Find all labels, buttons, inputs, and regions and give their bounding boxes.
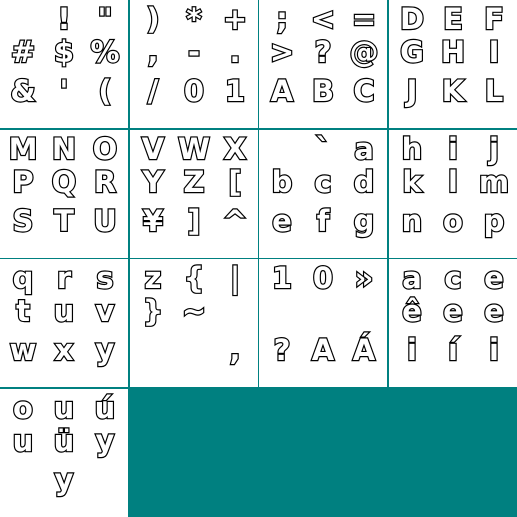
glyph-upper-a-alt: A [311, 332, 336, 367]
glyph-lower-y: y [94, 332, 115, 367]
glyph-upper-c: C [352, 73, 376, 108]
glyph-lower-e-alt-2: e [442, 293, 464, 328]
glyph-upper-i: I [487, 34, 500, 69]
glyph-upper-h: H [440, 34, 467, 69]
glyph-lower-x: x [53, 332, 74, 367]
glyph-digit-zero-alt: 0 [312, 260, 335, 295]
glyph-greater-than: > [269, 34, 296, 69]
glyph-hash: # [10, 34, 37, 69]
glyph-hyphen: - [187, 34, 201, 69]
glyph-upper-j: J [405, 73, 418, 108]
glyph-upper-q: Q [50, 164, 77, 199]
glyph-question-alt: ? [272, 332, 291, 367]
glyph-upper-y: Y [141, 164, 164, 199]
glyph-lower-v: v [94, 293, 115, 328]
glyph-open-bracket: [ [227, 164, 243, 199]
glyph-tile-punctuation-2: ) * + , - . / 0 1 [130, 0, 258, 128]
glyph-lower-u-diaeresis: ü [52, 423, 75, 458]
glyph-tile-lower-a-g: ` a b c d e f g [259, 130, 387, 258]
glyph-tile-lower-z-braces: z { | } ~ , [130, 259, 258, 387]
glyph-tile-punctuation-1: ! " # $ % & ' ( [0, 0, 128, 128]
glyph-upper-a: A [270, 73, 295, 108]
glyph-tile-lower-h-p: h i j k l m n o p [389, 130, 517, 258]
glyph-period: . [228, 34, 241, 69]
glyph-upper-r: R [93, 164, 118, 199]
glyph-digit-one-alt: 1 [271, 260, 294, 295]
glyph-tile-upper-m-u: M N O P Q R S T U [0, 130, 128, 258]
glyph-lower-c: c [313, 164, 333, 199]
glyph-upper-b: B [311, 73, 336, 108]
glyph-lower-e-alt-3: e [483, 293, 505, 328]
glyph-tile-symbols-abc: ; < = > ? @ A B C [259, 0, 387, 128]
glyph-comma-low: , [228, 332, 241, 367]
glyph-lower-o: o [442, 203, 464, 238]
glyph-lower-y-alt-2: y [53, 462, 74, 497]
glyph-atlas-sheet: ! " # $ % & ' ( ) * + , - . / 0 1 ; < = … [0, 0, 517, 517]
glyph-upper-t: T [53, 203, 75, 238]
glyph-ampersand: & [9, 73, 37, 108]
glyph-lower-f: f [315, 203, 330, 238]
glyph-question: ? [313, 34, 332, 69]
glyph-tile-extended-3: o u ú u ü y y [0, 389, 128, 517]
glyph-lower-p: p [482, 203, 505, 238]
glyph-lower-k: k [401, 164, 423, 199]
glyph-lower-m: m [478, 164, 511, 199]
glyph-yen: ¥ [142, 203, 165, 238]
glyph-lower-b: b [270, 164, 293, 199]
glyph-upper-p: P [11, 164, 35, 199]
glyph-lower-u-alt-2: u [11, 423, 34, 458]
glyph-lower-y-alt: y [94, 423, 115, 458]
glyph-tile-upper-d-l: D E F G H I J K L [389, 0, 517, 128]
glyph-upper-a-acute: Á [352, 332, 377, 367]
glyph-close-brace: } [141, 293, 164, 328]
glyph-upper-u: U [92, 203, 118, 238]
glyph-tile-extended-1: 1 0 » ? A Á [259, 259, 387, 387]
glyph-lower-i-alt-2: i [488, 332, 500, 367]
glyph-lower-d: d [352, 164, 375, 199]
glyph-right-guillemet: » [353, 260, 374, 295]
glyph-upper-l: L [484, 73, 505, 108]
glyph-lower-t: t [15, 293, 31, 328]
glyph-lower-u: u [52, 293, 75, 328]
glyph-slash: / [147, 73, 160, 108]
glyph-lower-g: g [352, 203, 375, 238]
glyph-dollar: $ [53, 34, 76, 69]
glyph-close-bracket: ] [186, 203, 202, 238]
glyph-lower-e: e [271, 203, 293, 238]
glyph-lower-w: w [8, 332, 37, 367]
glyph-upper-s: S [11, 203, 34, 238]
glyph-tile-lower-q-y: q r s t u v w x y [0, 259, 128, 387]
glyph-upper-k: K [441, 73, 466, 108]
glyph-tilde: ~ [181, 293, 208, 328]
glyph-tile-upper-v-z: V W X Y Z [ ¥ ] ^ [130, 130, 258, 258]
glyph-upper-z: Z [182, 164, 205, 199]
glyph-lower-n: n [400, 203, 423, 238]
glyph-lower-e-circumflex: ê [401, 293, 423, 328]
glyph-digit-one: 1 [224, 73, 247, 108]
glyph-digit-zero: 0 [183, 73, 206, 108]
glyph-comma: , [146, 34, 159, 69]
glyph-caret: ^ [222, 203, 249, 238]
glyph-at: @ [348, 34, 379, 69]
glyph-tile-extended-2: a c e ê e e i í i [389, 259, 517, 387]
glyph-upper-g: G [399, 34, 425, 69]
glyph-lower-i-alt: i [406, 332, 418, 367]
glyph-open-paren: ( [97, 73, 113, 108]
glyph-lower-l: l [447, 164, 459, 199]
glyph-percent: % [89, 34, 120, 69]
glyph-apostrophe: ' [58, 73, 69, 108]
glyph-pipe: | [229, 260, 242, 295]
glyph-lower-i-acute: í [447, 332, 459, 367]
